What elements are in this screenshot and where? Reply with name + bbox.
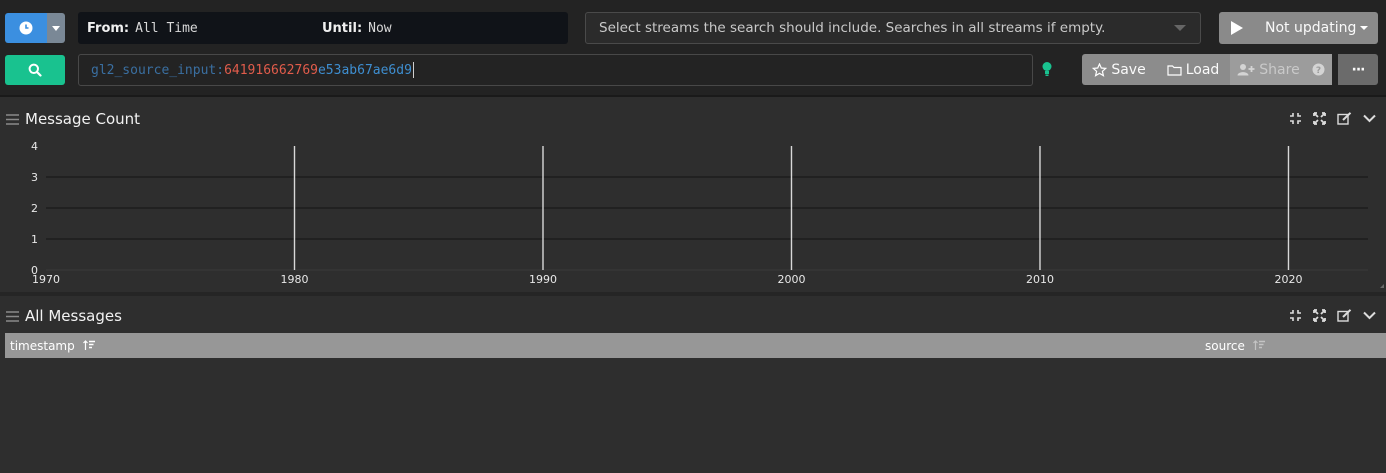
from-label: From: xyxy=(87,20,130,36)
y-tick-label: 1 xyxy=(31,233,38,246)
load-button[interactable]: Load xyxy=(1156,54,1230,85)
until-value: Now xyxy=(368,20,392,36)
x-tick-label: 2020 xyxy=(1274,273,1302,286)
y-tick-label: 4 xyxy=(31,140,38,153)
y-tick-label: 3 xyxy=(31,171,38,184)
column-label: source xyxy=(1205,338,1245,353)
until-label: Until: xyxy=(322,20,363,36)
message-count-widget-header: Message Count xyxy=(6,110,140,128)
time-range-display[interactable]: From: All Time Until: Now xyxy=(78,12,568,44)
compress-icon[interactable] xyxy=(1289,112,1302,125)
refresh-label: Not updating xyxy=(1265,20,1357,36)
lightbulb-icon[interactable] xyxy=(1042,61,1052,81)
edit-icon[interactable] xyxy=(1337,112,1352,125)
edit-icon[interactable] xyxy=(1337,309,1352,322)
x-tick-label: 2000 xyxy=(777,273,805,286)
save-label: Save xyxy=(1111,61,1146,78)
widget-actions xyxy=(1289,309,1376,322)
resize-handle-icon xyxy=(1380,284,1384,288)
play-icon xyxy=(1231,21,1243,35)
sort-icon[interactable] xyxy=(82,340,95,351)
x-tick-label: 1970 xyxy=(32,273,60,286)
refresh-button[interactable]: Not updating xyxy=(1219,12,1378,44)
folder-icon xyxy=(1167,64,1182,76)
star-icon xyxy=(1092,62,1108,77)
x-tick-label: 2010 xyxy=(1026,273,1054,286)
query-field-name: gl2_source_input: xyxy=(91,62,225,78)
chevron-down-icon[interactable] xyxy=(1174,25,1186,31)
chevron-down-icon[interactable] xyxy=(1363,311,1376,320)
share-button[interactable]: Share ? xyxy=(1230,54,1332,85)
sort-icon[interactable] xyxy=(1252,340,1265,351)
x-tick-label: 1980 xyxy=(280,273,308,286)
help-icon[interactable]: ? xyxy=(1312,63,1325,76)
drag-handle-icon[interactable] xyxy=(6,310,19,322)
search-query-input[interactable]: gl2_source_input: 641916662769 e53ab67ae6d… xyxy=(78,54,1033,86)
query-value-number: 641916662769 xyxy=(224,62,318,78)
widget-title: All Messages xyxy=(25,307,122,325)
svg-text:?: ? xyxy=(1316,66,1321,76)
share-label: Share xyxy=(1259,61,1300,78)
more-label: ··· xyxy=(1351,61,1366,78)
column-label: timestamp xyxy=(10,338,75,353)
widget-divider xyxy=(0,292,1386,296)
clock-icon[interactable] xyxy=(5,13,47,43)
from-range: From: All Time xyxy=(87,21,198,36)
widget-title: Message Count xyxy=(25,110,141,128)
streams-placeholder: Select streams the search should include… xyxy=(599,20,1106,36)
user-plus-icon xyxy=(1237,64,1255,76)
y-tick-label: 2 xyxy=(31,202,38,215)
compress-icon[interactable] xyxy=(1289,309,1302,322)
load-label: Load xyxy=(1185,61,1220,78)
all-messages-widget-header: All Messages xyxy=(6,307,122,325)
x-tick-label: 1990 xyxy=(529,273,557,286)
save-button[interactable]: Save xyxy=(1082,54,1156,85)
text-cursor xyxy=(412,62,414,78)
more-actions-button[interactable]: ··· xyxy=(1338,54,1378,85)
search-actions: Save Load Share ? ··· xyxy=(1082,54,1378,85)
message-count-chart: 012341970 1980 1990 2000 2010 2020 xyxy=(31,140,1384,288)
caret-down-icon xyxy=(1360,26,1369,30)
streams-select[interactable]: Select streams the search should include… xyxy=(585,12,1201,44)
column-header-source[interactable]: source xyxy=(1205,339,1265,353)
chevron-down-icon[interactable] xyxy=(1363,114,1376,123)
column-header-timestamp[interactable]: timestamp xyxy=(10,339,95,353)
search-icon xyxy=(28,63,42,77)
search-button[interactable] xyxy=(5,55,65,85)
query-value-hash: e53ab67ae6d9 xyxy=(317,62,412,78)
drag-handle-icon[interactable] xyxy=(6,113,19,125)
widget-actions xyxy=(1289,112,1376,125)
time-range-picker[interactable] xyxy=(5,13,65,43)
from-value: All Time xyxy=(135,20,198,36)
expand-icon[interactable] xyxy=(1313,112,1326,125)
until-range: Until: Now xyxy=(322,21,392,36)
search-bar: From: All Time Until: Now Select streams t… xyxy=(0,0,1386,97)
messages-table-header: timestamp source xyxy=(5,333,1386,358)
expand-icon[interactable] xyxy=(1313,309,1326,322)
chevron-down-icon[interactable] xyxy=(47,13,65,43)
